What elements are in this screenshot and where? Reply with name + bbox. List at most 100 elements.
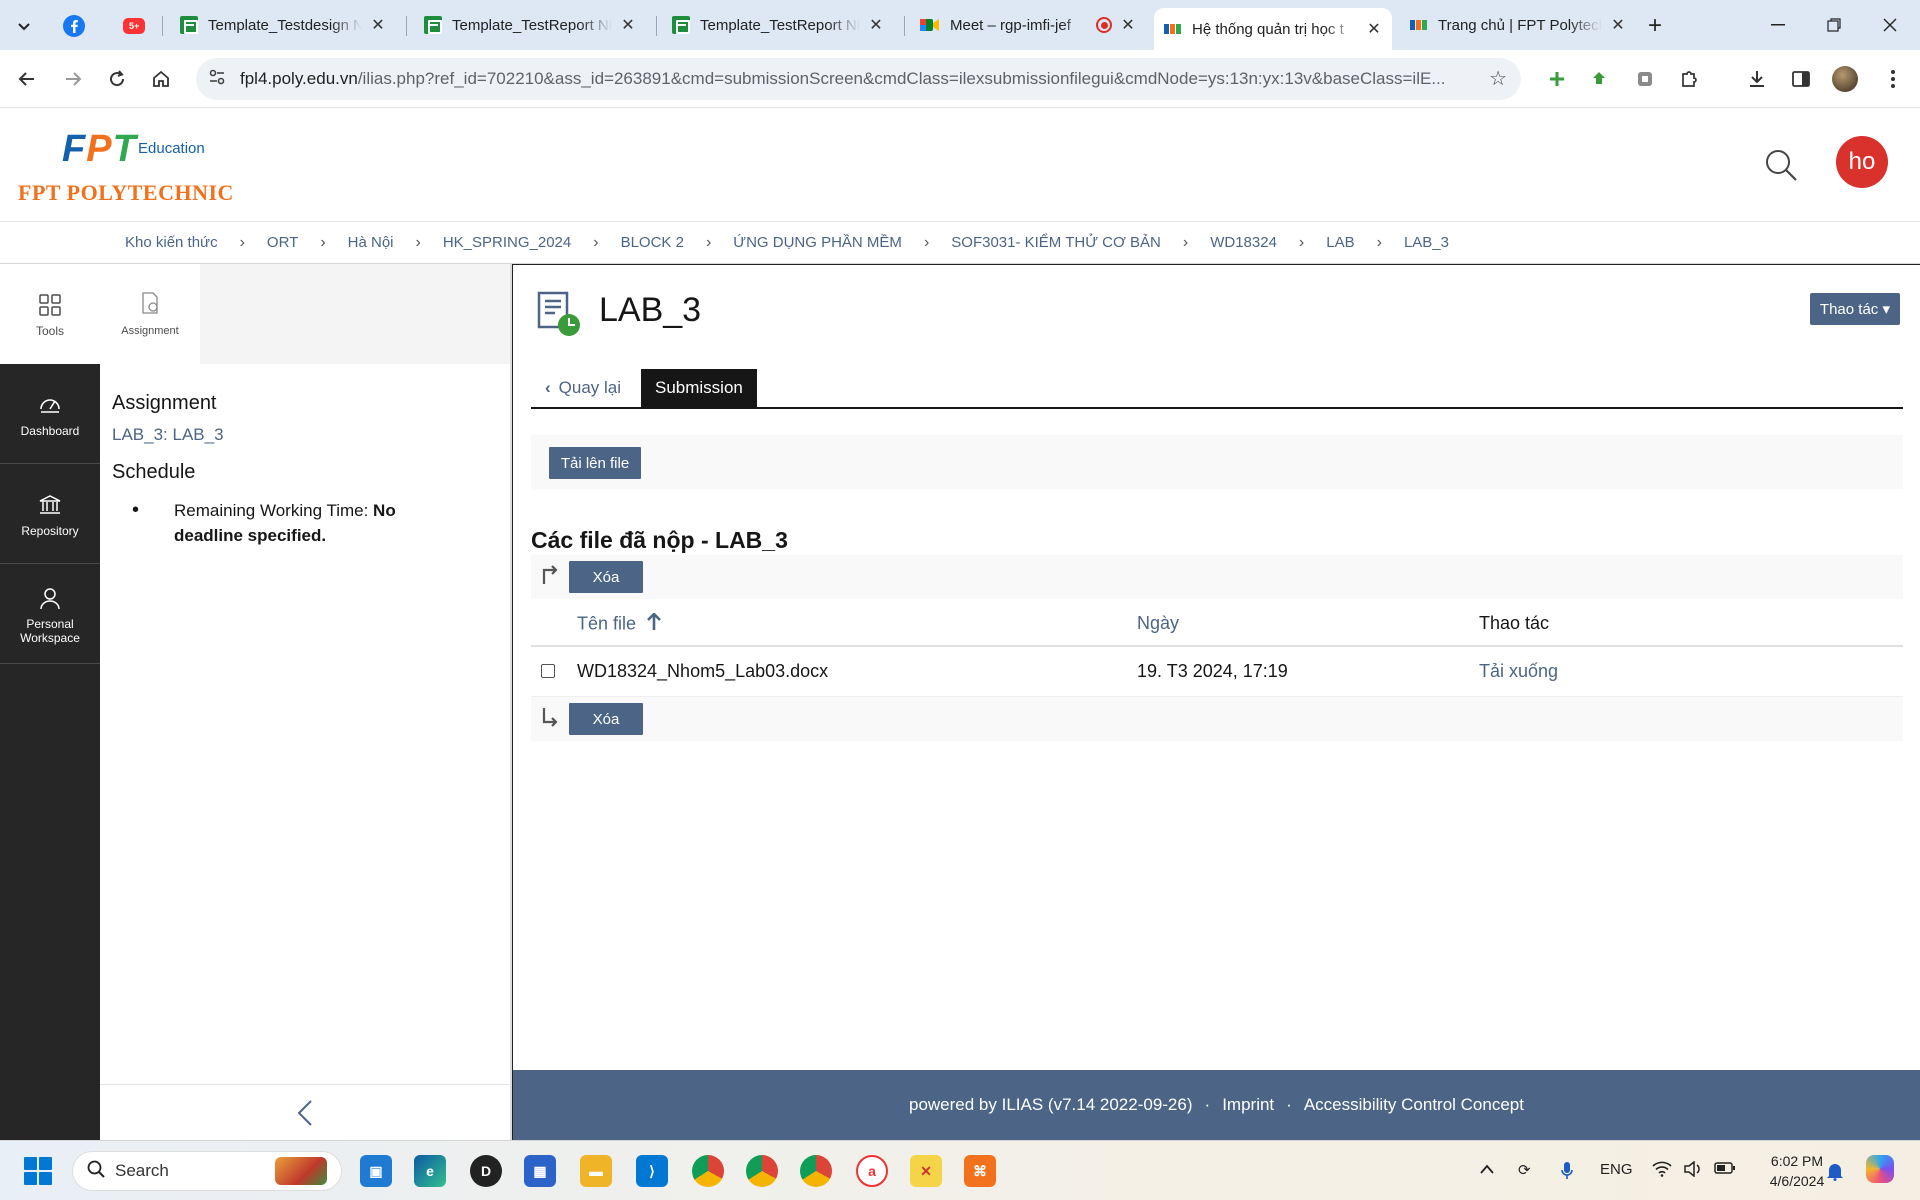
main-content: LAB_3 Thao tác ▾ ‹ Quay lại Submission T… xyxy=(512,264,1920,1070)
taskbar-chrome-icon[interactable] xyxy=(746,1155,778,1187)
column-filename[interactable]: Tên file xyxy=(577,612,661,636)
taskbar-vscode-icon[interactable]: ⟩ xyxy=(636,1155,668,1187)
side-panel-icon[interactable] xyxy=(1788,66,1814,92)
taskbar-xampp-icon[interactable]: ⌘ xyxy=(964,1155,996,1187)
close-tab-icon[interactable]: ✕ xyxy=(1120,15,1136,35)
slate-tab-assignment[interactable]: Assignment xyxy=(100,264,200,364)
extension-android-icon[interactable] xyxy=(1586,66,1612,92)
close-tab-icon[interactable]: ✕ xyxy=(868,15,884,35)
mainbar-label: Workspace xyxy=(20,630,80,645)
taskbar-chrome-icon[interactable] xyxy=(800,1155,832,1187)
windows-start-icon[interactable] xyxy=(24,1157,52,1185)
taskbar-app-widgets-icon[interactable]: ▣ xyxy=(360,1155,392,1187)
breadcrumb-item[interactable]: BLOCK 2 xyxy=(621,234,684,251)
extension-gray-icon[interactable] xyxy=(1632,66,1658,92)
assignment-link[interactable]: LAB_3: LAB_3 xyxy=(112,425,498,445)
tab-meet[interactable]: Meet – rgp-imfi-jef ✕ xyxy=(910,8,1146,42)
restore-icon[interactable] xyxy=(1814,10,1854,40)
delete-button[interactable]: Xóa xyxy=(569,561,643,593)
tray-copilot-icon[interactable] xyxy=(1866,1155,1894,1183)
home-icon[interactable] xyxy=(146,64,176,94)
new-tab-icon[interactable]: + xyxy=(1648,12,1662,40)
tab-testdesign[interactable]: Template_Testdesign Nh ✕ xyxy=(170,8,396,42)
mainbar-dashboard[interactable]: Dashboard xyxy=(0,364,100,464)
breadcrumb-item[interactable]: ORT xyxy=(267,234,298,251)
upload-file-button[interactable]: Tải lên file xyxy=(549,447,641,479)
taskbar-app-icon[interactable]: a xyxy=(856,1155,888,1187)
tab-fpt-home[interactable]: Trang chủ | FPT Polytech ✕ xyxy=(1400,8,1636,42)
taskbar-dell-icon[interactable]: D xyxy=(470,1155,502,1187)
tray-sync-icon[interactable]: ⟳ xyxy=(1518,1161,1531,1179)
close-tab-icon[interactable]: ✕ xyxy=(1366,19,1382,39)
breadcrumb-item[interactable]: WD18324 xyxy=(1210,234,1277,251)
tray-microphone-icon[interactable] xyxy=(1560,1161,1574,1185)
tray-language[interactable]: ENG xyxy=(1600,1161,1633,1178)
close-tab-icon[interactable]: ✕ xyxy=(370,15,386,35)
extension-green-plus-icon[interactable] xyxy=(1544,66,1570,92)
search-placeholder: Search xyxy=(115,1161,169,1180)
profile-avatar-icon[interactable] xyxy=(1832,66,1858,92)
table-row: WD18324_Nhom5_Lab03.docx 19. T3 2024, 17… xyxy=(531,647,1903,697)
minimize-icon[interactable] xyxy=(1758,10,1798,40)
taskbar-edge-icon[interactable]: e xyxy=(414,1155,446,1187)
taskbar-chrome-icon[interactable] xyxy=(692,1155,724,1187)
mainbar-tools[interactable]: Tools xyxy=(0,264,100,364)
delete-button[interactable]: Xóa xyxy=(569,703,643,735)
collapse-slate-chevron-left-icon[interactable] xyxy=(100,1084,510,1140)
tab-testreport-2[interactable]: Template_TestReport Nh ✕ xyxy=(662,8,894,42)
download-link[interactable]: Tải xuống xyxy=(1479,661,1558,682)
column-date[interactable]: Ngày xyxy=(1137,613,1179,634)
reload-icon[interactable] xyxy=(102,64,132,94)
address-bar[interactable]: fpl4.poly.edu.vn/ilias.php?ref_id=702210… xyxy=(196,58,1521,100)
breadcrumb-item[interactable]: HK_SPRING_2024 xyxy=(443,234,571,251)
chevron-right-icon: › xyxy=(923,233,930,251)
search-icon[interactable] xyxy=(1764,148,1798,182)
forward-arrow-icon[interactable] xyxy=(58,64,88,94)
breadcrumb: Kho kiến thức › ORT › Hà Nội › HK_SPRING_20… xyxy=(0,222,1920,264)
tray-volume-icon[interactable] xyxy=(1684,1160,1702,1181)
breadcrumb-item[interactable]: LAB xyxy=(1326,234,1354,251)
tray-chevron-up-icon[interactable] xyxy=(1480,1161,1494,1178)
chevron-right-icon: › xyxy=(1298,233,1305,251)
site-info-icon[interactable] xyxy=(208,68,226,91)
bookmark-star-icon[interactable]: ☆ xyxy=(1489,66,1507,91)
tab-ilias-active[interactable]: Hệ thống quản trị học t ✕ xyxy=(1154,8,1392,50)
close-tab-icon[interactable]: ✕ xyxy=(1610,15,1626,35)
browser-menu-icon[interactable] xyxy=(1880,66,1906,92)
tab-back[interactable]: ‹ Quay lại xyxy=(531,369,635,407)
actions-dropdown-button[interactable]: Thao tác ▾ xyxy=(1809,293,1900,325)
windows-taskbar: Search ▣ e D ▦ ▬ ⟩ a ✕ ⌘ ⟳ ENG 6:02 PM 4… xyxy=(0,1140,1920,1200)
mainbar-repository[interactable]: Repository xyxy=(0,464,100,564)
tray-notification-bell-icon[interactable] xyxy=(1826,1161,1844,1185)
mainbar-personal-workspace[interactable]: Personal Workspace xyxy=(0,564,100,664)
accessibility-link[interactable]: Accessibility Control Concept xyxy=(1304,1095,1524,1115)
row-checkbox[interactable] xyxy=(541,664,555,678)
chevron-right-icon: › xyxy=(1376,233,1382,251)
taskbar-search[interactable]: Search xyxy=(72,1151,342,1191)
tray-wifi-icon[interactable] xyxy=(1652,1161,1672,1181)
youtube-icon: 5+ xyxy=(123,18,145,34)
breadcrumb-item[interactable]: ỨNG DỤNG PHẦN MỀM xyxy=(733,234,902,251)
taskbar-store-icon[interactable]: ▦ xyxy=(524,1155,556,1187)
taskbar-file-explorer-icon[interactable]: ▬ xyxy=(580,1155,612,1187)
tray-battery-icon[interactable] xyxy=(1714,1161,1736,1179)
user-avatar[interactable]: ho xyxy=(1836,136,1888,188)
imprint-link[interactable]: Imprint xyxy=(1222,1095,1274,1115)
fpt-polytechnic-logo[interactable]: FPT Education FPT POLYTECHNIC xyxy=(18,128,258,218)
breadcrumb-item[interactable]: Hà Nội xyxy=(348,234,394,251)
tab-search-chevron-icon[interactable] xyxy=(10,12,38,40)
close-tab-icon[interactable]: ✕ xyxy=(620,15,636,35)
pinned-tab-youtube[interactable]: 5+ xyxy=(118,10,150,42)
breadcrumb-item[interactable]: Kho kiến thức xyxy=(125,234,218,251)
taskbar-app-icon[interactable]: ✕ xyxy=(910,1155,942,1187)
close-window-icon[interactable] xyxy=(1870,10,1910,40)
pinned-tab-facebook[interactable] xyxy=(58,10,90,42)
download-icon[interactable] xyxy=(1744,66,1770,92)
tab-testreport-1[interactable]: Template_TestReport Nh ✕ xyxy=(414,8,646,42)
extensions-puzzle-icon[interactable] xyxy=(1676,66,1702,92)
breadcrumb-item[interactable]: SOF3031- KIỂM THỬ CƠ BẢN xyxy=(951,234,1161,251)
breadcrumb-item-current[interactable]: LAB_3 xyxy=(1404,234,1449,251)
remaining-time-label: Remaining Working Time: xyxy=(174,501,374,520)
back-arrow-icon[interactable] xyxy=(12,64,42,94)
tab-submission[interactable]: Submission xyxy=(641,369,757,407)
